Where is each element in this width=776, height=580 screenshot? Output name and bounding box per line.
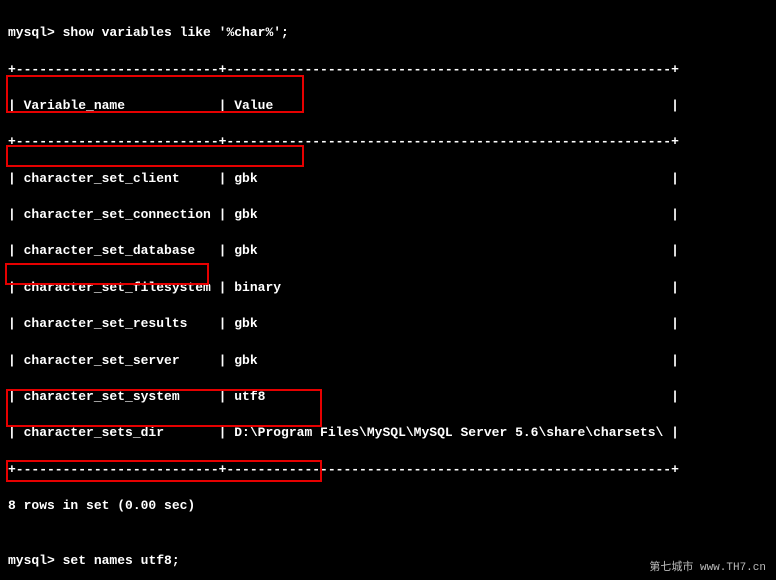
result-summary: 8 rows in set (0.00 sec)	[8, 497, 768, 515]
table-row: | character_sets_dir | D:\Program Files\…	[8, 424, 768, 442]
table-row: | character_set_filesystem | binary |	[8, 279, 768, 297]
command-text: show variables like '%char%';	[63, 25, 289, 40]
table-row: | character_set_database | gbk |	[8, 242, 768, 260]
mysql-terminal[interactable]: mysql> show variables like '%char%'; +--…	[0, 0, 776, 580]
command-text: set names utf8;	[63, 553, 180, 568]
table-border: +--------------------------+------------…	[8, 61, 768, 79]
prompt: mysql>	[8, 553, 55, 568]
table-header: | Variable_name | Value |	[8, 97, 768, 115]
table-row: | character_set_server | gbk |	[8, 352, 768, 370]
cmd-line-1: mysql> show variables like '%char%';	[8, 24, 768, 42]
table-row: | character_set_client | gbk |	[8, 170, 768, 188]
table-row: | character_set_system | utf8 |	[8, 388, 768, 406]
watermark-text: 第七城市 www.TH7.cn	[649, 561, 766, 576]
table-row: | character_set_connection | gbk |	[8, 206, 768, 224]
table-row: | character_set_results | gbk |	[8, 315, 768, 333]
prompt: mysql>	[8, 25, 55, 40]
table-border: +--------------------------+------------…	[8, 461, 768, 479]
table-border: +--------------------------+------------…	[8, 133, 768, 151]
